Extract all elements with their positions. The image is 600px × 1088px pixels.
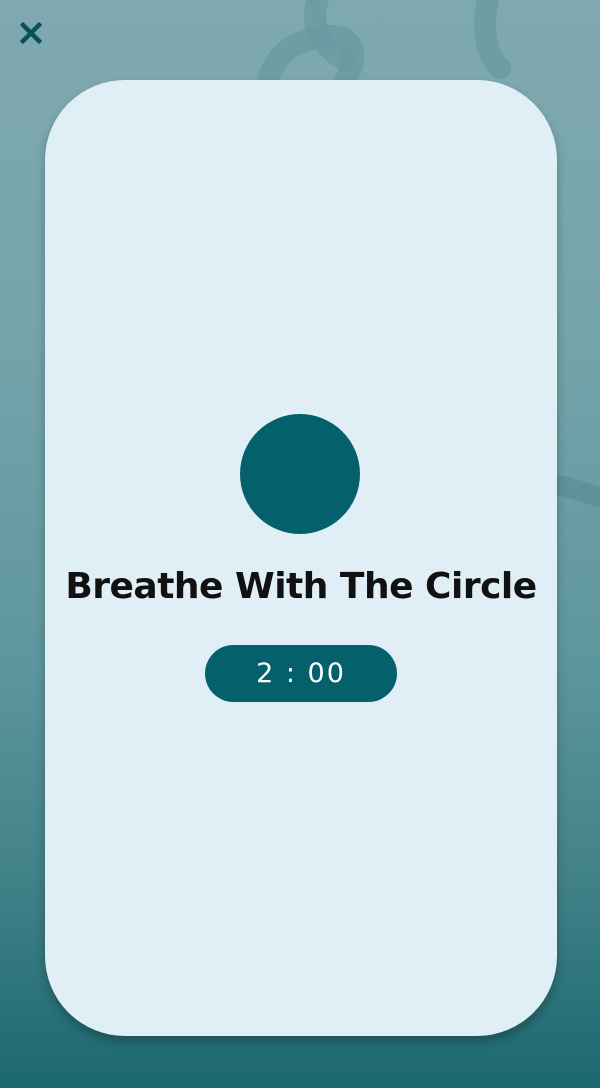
close-button[interactable]	[14, 16, 48, 50]
breathing-circle	[240, 414, 360, 534]
breathing-card: Breathe With The Circle 2 : 00	[45, 80, 557, 1036]
timer-button[interactable]: 2 : 00	[205, 645, 397, 702]
page-title: Breathe With The Circle	[65, 566, 537, 607]
timer-label: 2 : 00	[256, 658, 346, 689]
close-icon	[19, 21, 43, 45]
